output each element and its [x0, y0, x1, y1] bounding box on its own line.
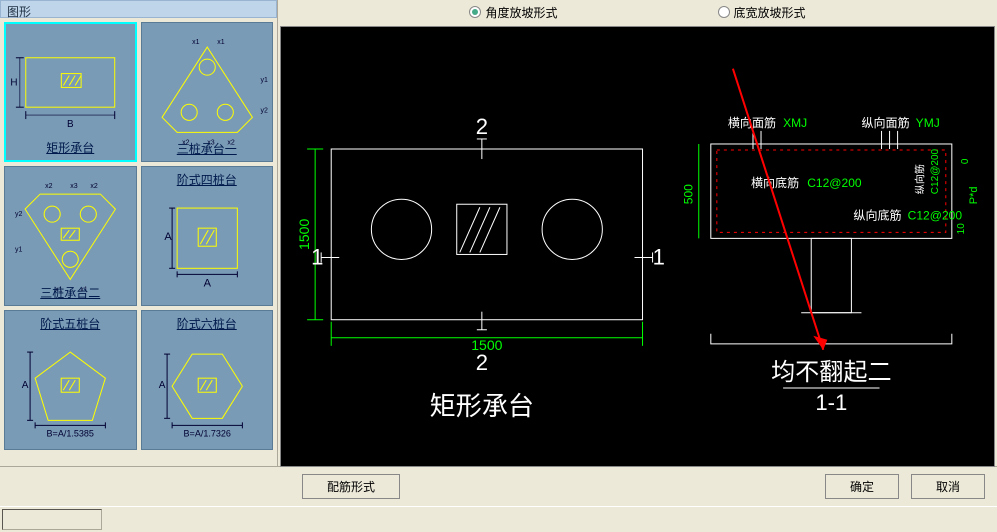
svg-text:1500: 1500 [296, 219, 312, 250]
svg-text:P*d: P*d [968, 186, 980, 204]
svg-text:x2: x2 [90, 183, 98, 190]
svg-text:纵向面筋: 纵向面筋 [861, 115, 909, 130]
svg-text:1-1: 1-1 [815, 390, 847, 415]
svg-text:x1: x1 [217, 39, 225, 46]
svg-text:0: 0 [960, 158, 971, 164]
svg-text:y1: y1 [260, 77, 268, 84]
svg-text:XMJ: XMJ [783, 116, 807, 130]
svg-text:B=A/1.7326: B=A/1.7326 [183, 428, 230, 438]
radio-label: 角度放坡形式 [485, 4, 557, 21]
cancel-button[interactable]: 取消 [911, 474, 985, 499]
svg-text:纵向底筋: 纵向底筋 [853, 207, 901, 222]
thumb-step-5-cap[interactable]: 阶式五桩台 A B=A/1.5385 [4, 310, 137, 450]
thumb-title: 三桩承台二 [5, 284, 136, 301]
svg-text:2: 2 [476, 350, 488, 375]
svg-text:C12@200: C12@200 [908, 208, 963, 222]
svg-text:H: H [10, 77, 17, 88]
thumb-tri-cap-1[interactable]: x1x1 y1y2 x2x3x2 三桩承台一 [141, 22, 274, 162]
thumb-title: 矩形承台 [6, 139, 135, 156]
svg-text:矩形承台: 矩形承台 [430, 392, 534, 421]
bottom-bar: 配筋形式 确定 取消 [0, 466, 997, 506]
svg-text:B=A/1.5385: B=A/1.5385 [47, 428, 94, 438]
svg-text:横向底筋: 横向底筋 [751, 175, 799, 190]
svg-text:2: 2 [476, 114, 488, 139]
svg-text:均不翻起二: 均不翻起二 [771, 359, 891, 386]
svg-text:YMJ: YMJ [916, 116, 940, 130]
status-cell [2, 509, 102, 530]
svg-text:B: B [67, 119, 74, 130]
radio-row: 角度放坡形式 底宽放坡形式 [278, 0, 997, 24]
thumb-title: 三桩承台一 [142, 140, 273, 157]
thumb-rect-cap[interactable]: B H 矩形承台 [4, 22, 137, 162]
thumb-title: 阶式四桩台 [142, 171, 273, 188]
svg-text:y2: y2 [260, 107, 268, 114]
rebar-style-button[interactable]: 配筋形式 [302, 474, 400, 499]
svg-text:500: 500 [682, 184, 696, 204]
ok-button[interactable]: 确定 [825, 474, 899, 499]
thumb-title: 阶式五桩台 [5, 315, 136, 332]
thumb-step-4-cap[interactable]: 阶式四桩台 A A [141, 166, 274, 306]
svg-text:A: A [158, 380, 165, 391]
svg-text:A: A [22, 380, 29, 391]
svg-text:y2: y2 [15, 211, 23, 218]
svg-text:y1: y1 [15, 246, 23, 253]
radio-width-slope[interactable]: 底宽放坡形式 [718, 4, 806, 20]
svg-text:x3: x3 [70, 183, 78, 190]
svg-text:A: A [164, 231, 172, 243]
radio-icon [469, 6, 481, 18]
side-panel-header: 图形 [0, 0, 277, 18]
svg-text:1: 1 [653, 244, 665, 269]
radio-label: 底宽放坡形式 [734, 4, 806, 21]
svg-text:10: 10 [956, 223, 967, 235]
radio-icon [718, 6, 730, 18]
status-bar [0, 506, 997, 532]
svg-text:C12@200: C12@200 [807, 176, 862, 190]
svg-text:C12@200: C12@200 [930, 148, 941, 194]
thumb-title: 阶式六桩台 [142, 315, 273, 332]
thumb-tri-cap-2[interactable]: x2x3x2 y2y1 x1x1 三桩承台二 [4, 166, 137, 306]
side-panel: 图形 B H 矩形承台 [0, 0, 278, 466]
thumb-grid: B H 矩形承台 x1x1 y1y2 x2x3x2 三桩承 [0, 18, 277, 454]
right-panel: 角度放坡形式 底宽放坡形式 1500 1 [278, 0, 997, 466]
thumb-step-6-cap[interactable]: 阶式六桩台 A B=A/1.7326 [141, 310, 274, 450]
svg-text:x2: x2 [45, 183, 53, 190]
svg-text:纵向筋: 纵向筋 [914, 164, 927, 194]
drawing-canvas[interactable]: 1500 1500 2 2 1 1 矩形承台 [280, 26, 995, 467]
svg-text:x1: x1 [192, 39, 200, 46]
svg-text:A: A [203, 277, 211, 289]
radio-angle-slope[interactable]: 角度放坡形式 [469, 4, 557, 20]
